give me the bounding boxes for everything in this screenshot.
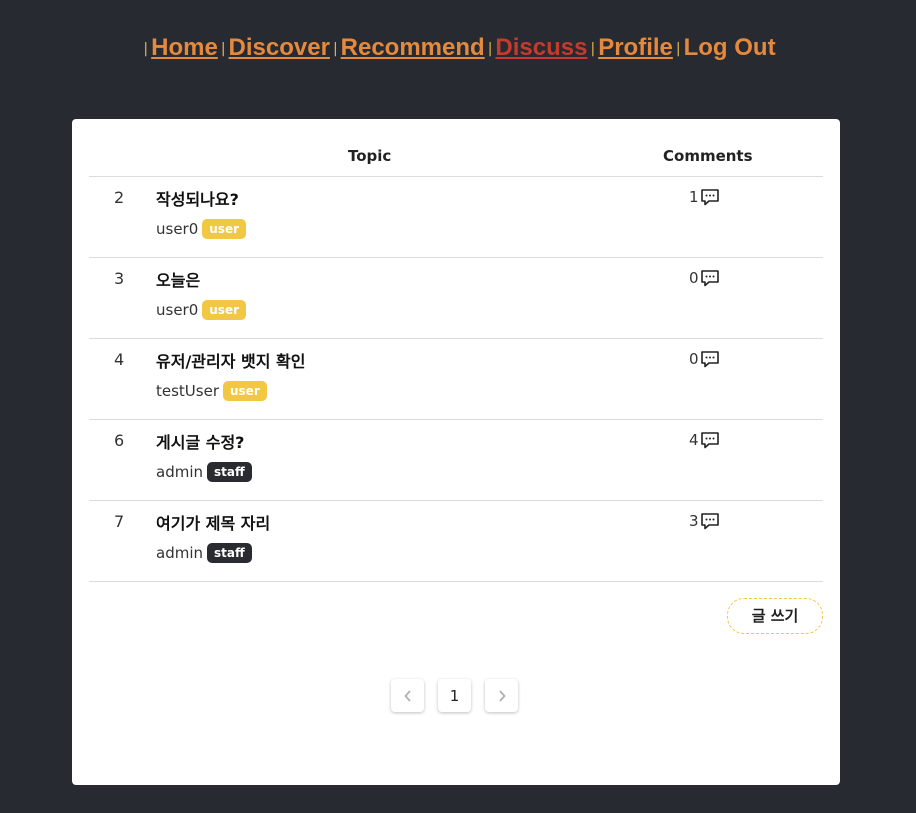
table-body: 2 작성되나요? user0 user 1 3 오늘은 user0 user 0 4 유저/관리자 뱃…	[89, 177, 823, 582]
nav-separator: |	[675, 41, 681, 57]
topic-author: testUser user	[156, 381, 267, 401]
nav-discuss-link[interactable]: Discuss	[495, 34, 587, 61]
comment-count: 0	[689, 350, 720, 368]
comment-count: 0	[689, 269, 720, 287]
author-name: testUser	[156, 382, 219, 400]
role-badge: staff	[207, 543, 252, 563]
author-name: user0	[156, 301, 199, 319]
nav-separator: |	[332, 41, 338, 57]
comment-count-value: 4	[689, 431, 699, 449]
topic-title-link[interactable]: 게시글 수정?	[156, 429, 244, 453]
role-badge: user	[223, 381, 267, 401]
nav-home-link[interactable]: Home	[151, 34, 218, 61]
discussion-card: Topic Comments 2 작성되나요? user0 user 1 3 오늘은 user…	[72, 119, 840, 785]
comment-count-value: 1	[689, 188, 699, 206]
table-row[interactable]: 7 여기가 제목 자리 admin staff 3	[89, 501, 823, 582]
topic-number: 6	[114, 431, 125, 450]
role-badge: user	[202, 219, 247, 239]
nav-discover-link[interactable]: Discover	[229, 34, 330, 61]
table-row[interactable]: 4 유저/관리자 뱃지 확인 testUser user 0	[89, 339, 823, 420]
chevron-right-icon	[498, 689, 506, 702]
topic-number: 3	[114, 269, 125, 288]
pagination: 1	[391, 679, 518, 712]
write-post-button[interactable]: 글 쓰기	[727, 598, 823, 634]
topic-author: user0 user	[156, 219, 247, 239]
top-nav: | Home | Discover | Recommend | Discuss | Profile…	[0, 34, 916, 62]
chevron-left-icon	[403, 689, 411, 702]
page-button-current[interactable]: 1	[438, 679, 471, 712]
nav-separator: |	[220, 41, 226, 57]
comment-count: 1	[689, 188, 720, 206]
comments-column-header: Comments	[663, 147, 753, 165]
comment-icon	[700, 432, 719, 449]
comment-count: 4	[689, 431, 720, 449]
nav-separator: |	[143, 41, 149, 57]
topic-column-header: Topic	[348, 147, 392, 165]
topic-title-link[interactable]: 작성되나요?	[156, 186, 239, 210]
table-header: Topic Comments	[89, 137, 823, 177]
comment-count-value: 0	[689, 269, 699, 287]
author-name: admin	[156, 544, 203, 562]
comment-count: 3	[689, 512, 720, 530]
topic-title-link[interactable]: 여기가 제목 자리	[156, 510, 270, 534]
comment-icon	[700, 351, 719, 368]
topic-author: admin staff	[156, 543, 252, 563]
topic-table: Topic Comments 2 작성되나요? user0 user 1 3 오늘은 user…	[89, 137, 823, 582]
nav-logout-link[interactable]: Log Out	[684, 34, 776, 61]
nav-separator: |	[590, 41, 596, 57]
nav-recommend-link[interactable]: Recommend	[341, 34, 485, 61]
author-name: user0	[156, 220, 199, 238]
author-name: admin	[156, 463, 203, 481]
comment-count-value: 3	[689, 512, 699, 530]
nav-profile-link[interactable]: Profile	[598, 34, 673, 61]
table-row[interactable]: 6 게시글 수정? admin staff 4	[89, 420, 823, 501]
comment-icon	[700, 270, 719, 287]
comment-icon	[700, 189, 719, 206]
nav-separator: |	[487, 41, 493, 57]
table-row[interactable]: 3 오늘은 user0 user 0	[89, 258, 823, 339]
comment-count-value: 0	[689, 350, 699, 368]
prev-page-button[interactable]	[391, 679, 424, 712]
role-badge: staff	[207, 462, 252, 482]
topic-number: 4	[114, 350, 125, 369]
table-row[interactable]: 2 작성되나요? user0 user 1	[89, 177, 823, 258]
topic-title-link[interactable]: 오늘은	[156, 267, 200, 291]
topic-number: 7	[114, 512, 125, 531]
topic-author: user0 user	[156, 300, 247, 320]
topic-title-link[interactable]: 유저/관리자 뱃지 확인	[156, 348, 305, 372]
comment-icon	[700, 513, 719, 530]
next-page-button[interactable]	[485, 679, 518, 712]
topic-number: 2	[114, 188, 125, 207]
topic-author: admin staff	[156, 462, 252, 482]
role-badge: user	[202, 300, 247, 320]
